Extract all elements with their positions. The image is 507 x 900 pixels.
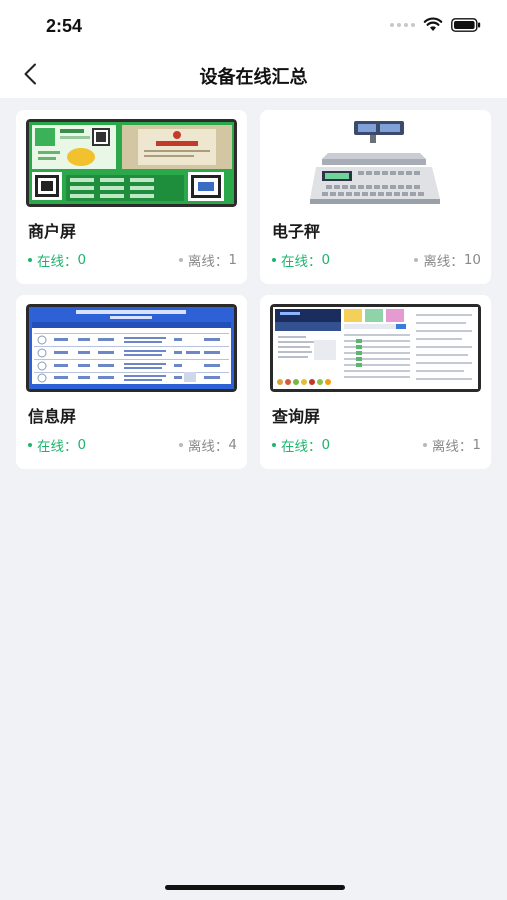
device-card-info-screen[interactable]: 信息屏 在线： 0 离线： 4 xyxy=(16,295,247,469)
offline-dot-icon xyxy=(178,443,183,447)
online-count: 0 xyxy=(321,437,331,453)
cellular-signal-icon xyxy=(390,22,415,27)
online-dot-icon xyxy=(28,443,32,447)
online-label: 在线： xyxy=(37,439,78,455)
online-label: 在线： xyxy=(37,254,78,270)
home-indicator[interactable] xyxy=(165,885,345,890)
online-dot-icon xyxy=(28,258,32,262)
device-stats: 在线： 0 离线： 1 xyxy=(272,435,481,455)
wifi-icon xyxy=(423,17,443,31)
electronic-scale-image xyxy=(270,119,481,207)
offline-count: 4 xyxy=(228,437,237,453)
offline-stat: 离线： 1 xyxy=(422,435,481,455)
device-stats: 在线： 0 离线： 4 xyxy=(28,435,237,455)
offline-dot-icon xyxy=(414,258,419,262)
online-stat: 在线： 0 xyxy=(272,250,330,270)
offline-label: 离线： xyxy=(431,439,473,455)
offline-stat: 离线： 10 xyxy=(414,250,481,270)
online-label: 在线： xyxy=(281,254,322,270)
online-stat: 在线： 0 xyxy=(28,250,86,270)
device-stats: 在线： 0 离线： 10 xyxy=(272,250,481,270)
offline-label: 离线： xyxy=(187,439,229,455)
offline-label: 离线： xyxy=(423,254,464,270)
device-name: 查询屏 xyxy=(272,407,321,426)
device-grid: 商户屏 在线： 0 离线： 1 电子秤 在线： 0 离线： 10 信息屏 在线：… xyxy=(16,110,491,469)
online-count: 0 xyxy=(321,252,331,268)
status-icons xyxy=(390,17,481,32)
offline-stat: 离线： 4 xyxy=(178,435,237,455)
online-count: 0 xyxy=(77,437,87,453)
device-card-merchant-screen[interactable]: 商户屏 在线： 0 离线： 1 xyxy=(16,110,247,284)
device-name: 信息屏 xyxy=(28,407,77,426)
status-bar: 2:54 xyxy=(0,0,507,50)
online-stat: 在线： 0 xyxy=(28,435,86,455)
offline-stat: 离线： 1 xyxy=(178,250,237,270)
status-time: 2:54 xyxy=(46,16,83,36)
online-count: 0 xyxy=(77,252,87,268)
online-dot-icon xyxy=(272,443,276,447)
online-label: 在线： xyxy=(281,439,322,455)
offline-count: 1 xyxy=(472,437,481,453)
device-card-query-screen[interactable]: 查询屏 在线： 0 离线： 1 xyxy=(260,295,491,469)
offline-label: 离线： xyxy=(187,254,229,270)
device-name: 商户屏 xyxy=(28,222,77,241)
page-title: 设备在线汇总 xyxy=(199,67,308,88)
device-card-electronic-scale[interactable]: 电子秤 在线： 0 离线： 10 xyxy=(260,110,491,284)
offline-dot-icon xyxy=(422,443,427,447)
online-stat: 在线： 0 xyxy=(272,435,330,455)
device-name: 电子秤 xyxy=(272,222,321,241)
info-screen-image xyxy=(26,304,237,392)
offline-count: 10 xyxy=(463,252,481,268)
merchant-screen-image xyxy=(26,119,237,207)
device-stats: 在线： 0 离线： 1 xyxy=(28,250,237,270)
offline-count: 1 xyxy=(228,252,237,268)
nav-bar: 设备在线汇总 xyxy=(0,50,507,98)
offline-dot-icon xyxy=(178,258,183,262)
battery-icon xyxy=(451,17,481,32)
query-screen-image xyxy=(270,304,481,392)
online-dot-icon xyxy=(272,258,276,262)
